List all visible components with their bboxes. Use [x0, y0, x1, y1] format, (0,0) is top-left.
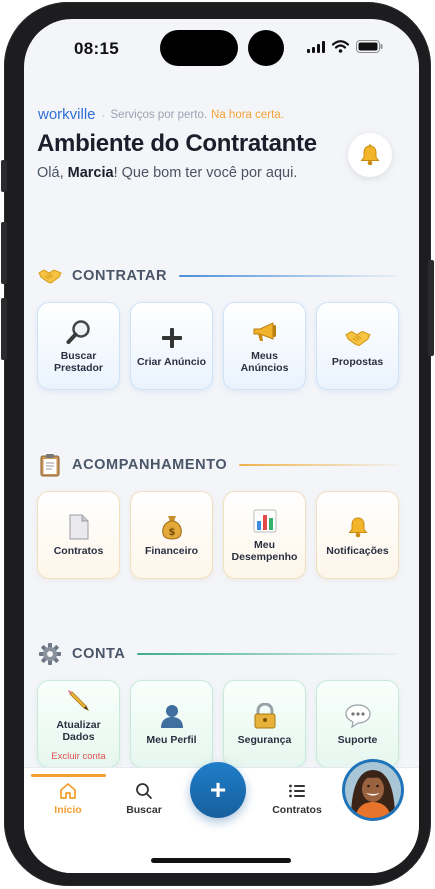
tile-label: Contratos	[53, 545, 104, 557]
lock-icon	[251, 702, 279, 730]
tile-meu-perfil[interactable]: Meu Perfil	[130, 680, 213, 768]
megaphone-icon	[251, 318, 279, 346]
tile-propostas[interactable]: Propostas	[316, 302, 399, 390]
status-icons	[307, 40, 383, 53]
handshake-icon	[344, 324, 372, 352]
tile-notificacoes[interactable]: Notificações	[316, 491, 399, 579]
chat-bubble-icon	[344, 702, 372, 730]
user-avatar	[345, 762, 401, 818]
money-bag-icon: $	[158, 513, 186, 541]
notifications-button[interactable]	[348, 133, 392, 177]
document-icon	[65, 513, 93, 541]
signal-icon	[307, 40, 325, 53]
section-contratar-header: CONTRATAR	[38, 264, 398, 288]
search-icon	[136, 783, 152, 799]
tab-label: Buscar	[126, 804, 162, 816]
home-indicator	[151, 858, 291, 863]
pencil-icon	[65, 687, 93, 715]
section-contratar-grid: Buscar Prestador Criar Anúncio Meus Anún…	[37, 302, 399, 390]
volume-up-button	[1, 222, 7, 284]
tile-meus-anuncios[interactable]: Meus Anúncios	[223, 302, 306, 390]
tile-label: Propostas	[331, 356, 384, 368]
section-conta-title: CONTA	[72, 646, 126, 662]
bell-icon	[360, 144, 380, 166]
tile-label: Atualizar Dados	[56, 718, 101, 743]
section-acompanhamento-title: ACOMPANHAMENTO	[72, 457, 228, 473]
section-divider	[239, 464, 398, 466]
brand-name: workville	[38, 106, 96, 123]
tab-inicio[interactable]: Início	[38, 782, 98, 816]
plus-icon	[158, 324, 186, 352]
greeting-prefix: Olá,	[37, 165, 64, 181]
volume-down-button	[1, 298, 7, 360]
action-button	[1, 160, 7, 192]
tile-label: Suporte	[337, 734, 378, 746]
tagline: Serviços por perto.	[110, 108, 208, 121]
gear-icon	[38, 642, 62, 666]
tab-label: Contratos	[272, 804, 322, 816]
greeting: Olá, Marcia! Que bom ter você por aqui.	[37, 165, 297, 181]
tile-contratos[interactable]: Contratos	[37, 491, 120, 579]
greeting-suffix: ! Que bom ter você por aqui.	[113, 165, 298, 181]
handshake-icon	[38, 264, 62, 288]
list-icon	[289, 784, 305, 798]
tab-label: Início	[54, 804, 82, 816]
active-tab-indicator	[31, 774, 106, 777]
avatar[interactable]	[342, 759, 404, 821]
screen: 08:15 workville · Serviços por perto. Na…	[24, 19, 419, 873]
plus-icon: +	[209, 774, 227, 805]
svg-text:$: $	[168, 527, 175, 538]
tile-label: Meu Perfil	[146, 734, 197, 746]
home-icon	[60, 783, 76, 799]
tile-label: Criar Anúncio	[136, 356, 207, 368]
bell-icon	[344, 513, 372, 541]
section-conta-grid: Atualizar Dados Excluir conta Meu Perfil…	[37, 680, 399, 768]
tab-buscar[interactable]: Buscar	[114, 782, 174, 816]
tagline-accent: Na hora certa.	[211, 108, 284, 121]
tile-criar-anuncio[interactable]: Criar Anúncio	[130, 302, 213, 390]
tile-label: Meus Anúncios	[240, 350, 289, 374]
brand-row: workville · Serviços por perto. Na hora …	[38, 106, 284, 123]
section-acompanhamento-header: ACOMPANHAMENTO	[38, 453, 398, 477]
bar-chart-icon	[251, 507, 279, 535]
battery-icon	[356, 40, 383, 53]
status-time: 08:15	[74, 39, 119, 58]
dynamic-island	[160, 30, 238, 66]
user-name: Marcia	[67, 165, 114, 181]
tile-label: Meu Desempenho	[231, 539, 298, 563]
tile-label: Financeiro	[144, 545, 199, 557]
tile-buscar-prestador[interactable]: Buscar Prestador	[37, 302, 120, 390]
tile-label: Notificações	[326, 545, 389, 557]
section-conta-header: CONTA	[38, 642, 398, 666]
phone-frame: 08:15 workville · Serviços por perto. Na…	[1, 2, 434, 886]
tile-meu-desempenho[interactable]: Meu Desempenho	[223, 491, 306, 579]
user-icon	[158, 702, 186, 730]
page-title: Ambiente do Contratante	[37, 130, 317, 157]
wifi-icon	[332, 40, 349, 53]
front-camera	[248, 30, 284, 66]
delete-account-link[interactable]: Excluir conta	[51, 751, 105, 762]
tile-atualizar-dados[interactable]: Atualizar Dados Excluir conta	[37, 680, 120, 768]
status-bar: 08:15	[24, 19, 419, 79]
main-content: workville · Serviços por perto. Na hora …	[24, 79, 419, 769]
brand-separator: ·	[101, 107, 106, 122]
tile-label: Buscar Prestador	[53, 350, 104, 374]
tile-label: Segurança	[237, 734, 292, 746]
power-button	[428, 260, 434, 356]
create-fab-button[interactable]: +	[190, 762, 246, 818]
magnifier-icon	[65, 318, 93, 346]
section-divider	[137, 653, 398, 655]
section-acompanhamento-grid: Contratos $ Financeiro Meu Desempenho No…	[37, 491, 399, 579]
clipboard-icon	[38, 453, 62, 477]
section-divider	[179, 275, 398, 277]
tile-suporte[interactable]: Suporte	[316, 680, 399, 768]
section-contratar-title: CONTRATAR	[72, 268, 168, 284]
tile-financeiro[interactable]: $ Financeiro	[130, 491, 213, 579]
tab-contratos[interactable]: Contratos	[267, 782, 327, 816]
tile-seguranca[interactable]: Segurança	[223, 680, 306, 768]
